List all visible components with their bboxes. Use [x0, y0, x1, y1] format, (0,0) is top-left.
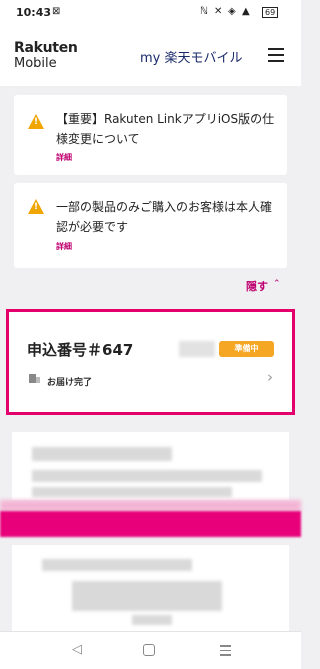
- blurred-pink-button: [0, 511, 301, 537]
- details-link[interactable]: 詳細: [56, 152, 72, 163]
- notice-card: ! 【重要】Rakuten LinkアプリiOS版の仕様変更について 詳細: [14, 95, 287, 175]
- mute-icon: ✕: [214, 6, 223, 17]
- notification-icon: ⊠: [52, 6, 61, 17]
- wifi-icon: ◈: [228, 6, 236, 17]
- back-icon[interactable]: ◁: [72, 642, 82, 657]
- blurred-accent: [0, 500, 301, 511]
- nfc-icon: ℕ: [200, 6, 209, 17]
- battery-icon: 69: [262, 7, 279, 18]
- delivery-truck-icon: [29, 374, 40, 385]
- chevron-right-icon[interactable]: ›: [267, 368, 273, 386]
- blurred-text: [32, 487, 232, 497]
- hide-toggle[interactable]: 隠す: [246, 278, 268, 294]
- order-card[interactable]: 申込番号＃647 準備中 お届け完了 ›: [6, 309, 295, 415]
- status-time: 10:43: [16, 6, 52, 19]
- android-nav-bar: ◁: [0, 631, 301, 669]
- logo-mobile[interactable]: Mobile: [14, 56, 57, 71]
- app-title: my 楽天モバイル: [140, 51, 243, 66]
- menu-icon[interactable]: [268, 48, 284, 62]
- recent-apps-icon[interactable]: [220, 645, 231, 656]
- notice-text: 【重要】Rakuten LinkアプリiOS版の仕様変更について: [56, 112, 275, 146]
- app-header: Rakuten Mobile my 楽天モバイル: [0, 26, 301, 86]
- blurred-text: [32, 447, 172, 461]
- blurred-card: [12, 545, 289, 631]
- status-bar: 10:43 ⊠ ℕ ✕ ◈ ▲ 69: [0, 0, 301, 26]
- chevron-up-icon[interactable]: ⌃: [273, 279, 281, 289]
- blurred-text: [42, 559, 192, 571]
- status-badge: 準備中: [219, 341, 274, 357]
- blurred-card: [12, 432, 289, 500]
- warning-icon: !: [28, 199, 44, 214]
- home-icon[interactable]: [143, 644, 155, 656]
- redacted-order-number: [179, 341, 215, 357]
- blurred-text: [32, 470, 262, 482]
- order-number: 申込番号＃647: [27, 341, 134, 359]
- notice-card: ! 一部の製品のみご購入のお客様は本人確認が必要です 詳細: [14, 183, 287, 268]
- blurred-text: [132, 615, 172, 625]
- delivery-status: お届け完了: [47, 378, 93, 388]
- logo-rakuten[interactable]: Rakuten: [14, 40, 78, 56]
- signal-icon: ▲: [242, 6, 250, 17]
- blurred-image: [72, 581, 222, 611]
- notice-text: 一部の製品のみご購入のお客様は本人確認が必要です: [56, 200, 273, 234]
- warning-icon: !: [28, 114, 44, 129]
- details-link[interactable]: 詳細: [56, 241, 72, 252]
